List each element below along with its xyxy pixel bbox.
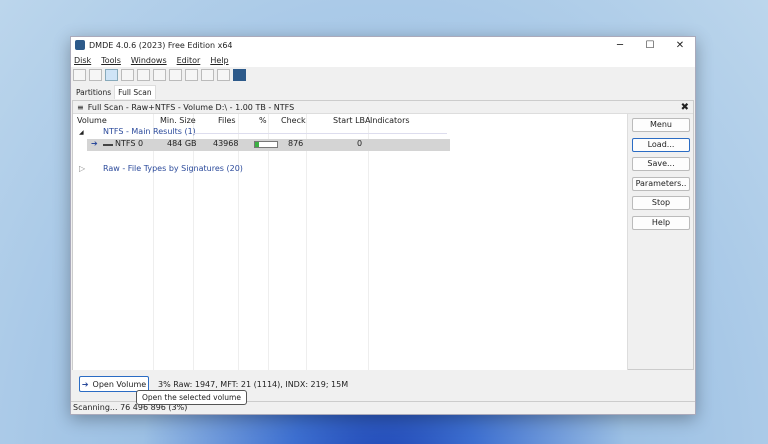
tooltip: Open the selected volume [136, 390, 247, 405]
tab-full-scan[interactable]: Full Scan [114, 85, 156, 99]
window-title: DMDE 4.0.6 (2023) Free Edition x64 [89, 40, 233, 50]
tool-icon[interactable] [153, 69, 166, 81]
panel-title: Full Scan - Raw+NTFS - Volume D:\ - 1.00… [87, 102, 295, 112]
group-label: Raw - File Types by Signatures (20) [103, 164, 243, 173]
tool-icon[interactable] [169, 69, 182, 81]
stop-button[interactable]: Stop [632, 196, 690, 210]
col-min-size[interactable]: Min. Size [160, 116, 196, 125]
toolbar [71, 67, 695, 83]
dmde-window: DMDE 4.0.6 (2023) Free Edition x64 ─ ☐ ✕… [70, 36, 696, 415]
dmde-logo-icon[interactable] [233, 69, 246, 81]
expanded-icon[interactable]: ◢ [79, 129, 84, 136]
parameters-button[interactable]: Parameters.. [632, 176, 690, 191]
tab-partitions[interactable]: Partitions [73, 86, 114, 99]
group-ntfs[interactable]: ◢ NTFS - Main Results (1) [73, 127, 627, 139]
tool-icon[interactable] [201, 69, 214, 81]
full-scan-panel: ≡ Full Scan - Raw+NTFS - Volume D:\ - 1.… [72, 100, 694, 370]
partitions-icon[interactable] [89, 69, 102, 81]
start-lba: 0 [357, 139, 363, 148]
load-button[interactable]: Load... [632, 137, 690, 152]
min-size: 484 GB [167, 139, 197, 148]
menu-bar: Disk Tools Windows Editor Help [71, 53, 695, 67]
col-check[interactable]: Check [281, 116, 306, 125]
maximize-button[interactable]: ☐ [635, 40, 665, 51]
progress-bar [254, 141, 278, 148]
results-list[interactable]: Volume Min. Size Files % Check Start LBA… [73, 114, 628, 370]
disk-icon[interactable] [73, 69, 86, 81]
column-header: Volume Min. Size Files % Check Start LBA… [73, 114, 627, 127]
action-buttons: Menu Load... Save... Parameters.. Stop H… [632, 118, 690, 235]
close-button[interactable]: ✕ [665, 40, 695, 51]
panel-close-icon[interactable]: ✖ [681, 102, 689, 113]
hamburger-icon[interactable]: ≡ [77, 103, 84, 112]
menu-button[interactable]: Menu [632, 118, 690, 132]
arrow-icon: ➔ [81, 379, 89, 389]
menu-help[interactable]: Help [210, 56, 228, 65]
minimize-button[interactable]: ─ [605, 40, 635, 51]
col-files[interactable]: Files [218, 116, 236, 125]
table-row[interactable]: ➔ NTFS 0 484 GB 43968 876 0 [87, 139, 450, 151]
col-percent[interactable]: % [259, 116, 267, 125]
volume-icon [103, 144, 113, 146]
menu-tools[interactable]: Tools [101, 56, 121, 65]
tool-icon[interactable] [137, 69, 150, 81]
col-indicators[interactable]: Indicators [370, 116, 410, 125]
menu-editor[interactable]: Editor [177, 56, 201, 65]
menu-disk[interactable]: Disk [74, 56, 91, 65]
tab-bar: Partitions Full Scan [71, 83, 695, 99]
save-button[interactable]: Save... [632, 157, 690, 171]
title-bar: DMDE 4.0.6 (2023) Free Edition x64 ─ ☐ ✕ [71, 37, 695, 53]
tool-icon[interactable] [185, 69, 198, 81]
col-start-lba[interactable]: Start LBA [333, 116, 371, 125]
app-icon [75, 40, 85, 50]
group-label: NTFS - Main Results (1) [103, 127, 196, 136]
windows-icon[interactable] [217, 69, 230, 81]
volume-name: NTFS 0 [115, 139, 144, 148]
arrow-icon: ➔ [91, 139, 98, 148]
group-raw[interactable]: ▷ Raw - File Types by Signatures (20) [73, 164, 627, 176]
collapsed-icon[interactable]: ▷ [79, 164, 85, 173]
check-value: 876 [288, 139, 304, 148]
col-volume[interactable]: Volume [77, 116, 107, 125]
play-icon[interactable] [105, 69, 118, 81]
scan-status: 3% Raw: 1947, MFT: 21 (1114), INDX: 219;… [158, 380, 349, 389]
tool-icon[interactable] [121, 69, 134, 81]
files-count: 43968 [213, 139, 239, 148]
menu-windows[interactable]: Windows [131, 56, 167, 65]
open-volume-label: Open Volume [92, 379, 147, 389]
help-button[interactable]: Help [632, 215, 690, 230]
